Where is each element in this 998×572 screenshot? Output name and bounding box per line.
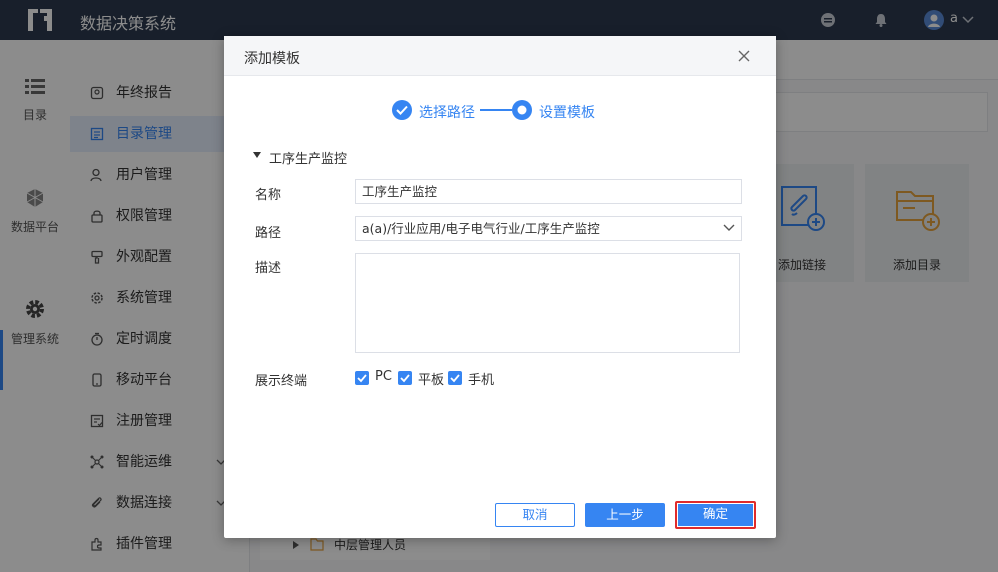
path-select[interactable]: a(a)/行业应用/电子电气行业/工序生产监控 bbox=[355, 216, 742, 241]
description-textarea[interactable] bbox=[355, 253, 740, 353]
previous-step-button[interactable]: 上一步 bbox=[585, 503, 665, 527]
terminal-label: 展示终端 bbox=[255, 374, 308, 389]
close-icon[interactable] bbox=[738, 50, 750, 62]
confirm-button-label: 确定 bbox=[678, 504, 753, 526]
check-icon bbox=[450, 374, 460, 383]
check-icon bbox=[400, 374, 410, 383]
dialog-title: 添加模板 bbox=[244, 51, 300, 67]
name-field[interactable]: 工序生产监控 bbox=[355, 179, 742, 204]
step-current-icon bbox=[512, 100, 532, 120]
description-label: 描述 bbox=[255, 261, 282, 276]
name-label: 名称 bbox=[255, 188, 282, 203]
add-template-dialog: 添加模板 选择路径 设置模板 工序生产监控 名称 工序生产监控 路径 a(a)/… bbox=[224, 36, 776, 538]
step-done-icon bbox=[392, 100, 412, 120]
step-label-set-template: 设置模板 bbox=[539, 105, 595, 121]
chevron-down-icon[interactable] bbox=[722, 223, 736, 233]
confirm-button[interactable]: 确定 bbox=[675, 501, 756, 529]
step-connector bbox=[480, 109, 512, 111]
phone-checkbox[interactable] bbox=[448, 371, 462, 385]
tablet-checkbox[interactable] bbox=[398, 371, 412, 385]
group-title: 工序生产监控 bbox=[269, 152, 348, 167]
cancel-button[interactable]: 取消 bbox=[495, 503, 575, 527]
pc-checkbox-label[interactable]: PC bbox=[375, 369, 392, 384]
check-icon bbox=[357, 374, 367, 383]
dialog-header: 添加模板 bbox=[224, 36, 776, 76]
tablet-checkbox-label[interactable]: 平板 bbox=[418, 369, 444, 388]
caret-down-icon[interactable] bbox=[252, 150, 262, 160]
pc-checkbox[interactable] bbox=[355, 371, 369, 385]
path-label: 路径 bbox=[255, 226, 282, 241]
step-label-select-path: 选择路径 bbox=[419, 105, 475, 121]
phone-checkbox-label[interactable]: 手机 bbox=[468, 369, 494, 388]
